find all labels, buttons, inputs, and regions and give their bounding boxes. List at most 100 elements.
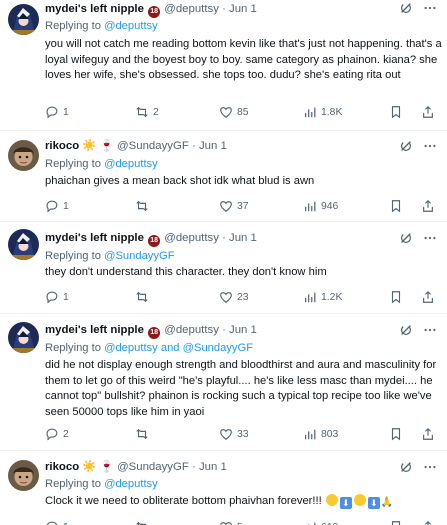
reply-button[interactable]: 1 — [45, 198, 69, 214]
post-4[interactable]: mydei's left nipple 18 @deputtsy · Jun 1… — [0, 314, 447, 451]
share-icon — [423, 199, 433, 212]
views-icon — [308, 522, 316, 525]
repost-button[interactable] — [135, 198, 153, 214]
replying-to: Replying to @SundayyGF — [45, 248, 175, 264]
post-header: mydei's left nipple 18 @deputtsy · Jun 1 — [45, 0, 447, 18]
user-handle[interactable]: @deputtsy — [164, 232, 219, 244]
user-handle[interactable]: @deputtsy — [164, 324, 219, 336]
share-button[interactable] — [421, 426, 435, 442]
like-button[interactable]: 33 — [219, 426, 249, 442]
grok-icon[interactable] — [399, 460, 413, 474]
share-icon — [423, 427, 433, 440]
display-name[interactable]: mydei's left nipple — [45, 324, 144, 336]
reply-icon — [46, 291, 58, 304]
repost-icon — [136, 291, 148, 303]
display-name[interactable]: rikoco — [45, 140, 79, 152]
grok-icon[interactable] — [399, 139, 413, 153]
grok-icon[interactable] — [399, 1, 413, 15]
replying-to-handle[interactable]: @deputtsy — [104, 20, 158, 32]
reply-count: 1 — [63, 291, 69, 303]
replying-prefix: Replying to — [45, 478, 101, 490]
views-button[interactable]: 946 — [303, 198, 338, 214]
bookmark-button[interactable] — [389, 104, 403, 120]
reply-count: 1 — [63, 200, 69, 212]
like-button[interactable]: 23 — [219, 289, 249, 305]
action-bar: 1 37 946 — [45, 198, 439, 214]
post-5[interactable]: rikoco ☀️ 🍷 @SundayyGF · Jun 1 Replying … — [0, 451, 447, 525]
avatar-mydei[interactable] — [8, 4, 39, 35]
repost-icon — [136, 521, 147, 525]
age-badge: 18 — [148, 327, 161, 339]
avatar-mydei[interactable] — [8, 229, 39, 260]
repost-button[interactable] — [135, 519, 153, 525]
reply-button[interactable]: 1 — [45, 104, 69, 120]
separator-dot: · — [222, 324, 226, 336]
post-date[interactable]: Jun 1 — [229, 232, 257, 244]
grok-icon[interactable] — [399, 323, 413, 337]
bookmark-button[interactable] — [389, 198, 403, 214]
more-icon[interactable] — [423, 231, 437, 245]
replying-to-handle[interactable]: @deputtsy — [104, 158, 158, 170]
bookmark-button[interactable] — [389, 519, 403, 525]
reply-count: 2 — [63, 428, 69, 440]
more-icon[interactable] — [423, 323, 437, 337]
replying-prefix: Replying to — [45, 250, 101, 262]
share-button[interactable] — [421, 104, 435, 120]
views-count: 619 — [321, 522, 338, 525]
replying-to-handle[interactable]: @deputtsy — [104, 478, 158, 490]
like-button[interactable]: 5 — [219, 519, 243, 525]
avatar-mydei[interactable] — [8, 322, 39, 353]
avatar-rikoco[interactable] — [8, 460, 39, 491]
post-date[interactable]: Jun 1 — [199, 140, 227, 152]
more-icon[interactable] — [423, 460, 437, 474]
views-button[interactable]: 1.8K — [303, 104, 342, 120]
bookmark-button[interactable] — [389, 426, 403, 442]
sun-emoji: ☀️ — [82, 140, 97, 152]
share-button[interactable] — [421, 519, 435, 525]
reply-button[interactable]: 1 — [45, 289, 69, 305]
action-bar: 1 23 1.2K — [45, 289, 439, 305]
share-button[interactable] — [421, 289, 435, 305]
views-button[interactable]: 619 — [303, 519, 338, 525]
post-1[interactable]: mydei's left nipple 18 @deputtsy · Jun 1… — [0, 0, 447, 131]
more-icon[interactable] — [423, 1, 437, 15]
post-date[interactable]: Jun 1 — [229, 324, 257, 336]
display-name[interactable]: rikoco — [45, 461, 79, 473]
post-3[interactable]: mydei's left nipple 18 @deputtsy · Jun 1… — [0, 222, 447, 314]
views-icon — [305, 201, 316, 212]
user-handle[interactable]: @SundayyGF — [117, 461, 189, 473]
reply-button[interactable]: 1 — [45, 519, 69, 525]
display-name[interactable]: mydei's left nipple — [45, 3, 144, 15]
like-count: 85 — [237, 106, 249, 118]
avatar-rikoco[interactable] — [8, 140, 39, 171]
repost-button[interactable] — [135, 426, 153, 442]
repost-button[interactable] — [135, 289, 153, 305]
share-button[interactable] — [421, 198, 435, 214]
wine-glass-emoji: 🍷 — [99, 140, 114, 152]
views-button[interactable]: 803 — [303, 426, 338, 442]
replying-to-handle[interactable]: @SundayyGF — [104, 250, 174, 262]
replying-to-handle[interactable]: @deputtsy and @SundayyGF — [104, 342, 253, 354]
wine-glass-emoji: 🍷 — [99, 461, 114, 473]
views-button[interactable]: 1.2K — [303, 289, 342, 305]
more-icon[interactable] — [423, 139, 437, 153]
user-handle[interactable]: @SundayyGF — [117, 140, 189, 152]
replying-prefix: Replying to — [45, 158, 101, 170]
age-badge: 18 — [148, 6, 161, 18]
like-count: 5 — [237, 522, 243, 525]
post-2[interactable]: rikoco ☀️ 🍷 @SundayyGF · Jun 1 Replying … — [0, 131, 447, 222]
display-name[interactable]: mydei's left nipple — [45, 232, 144, 244]
like-button[interactable]: 85 — [219, 104, 249, 120]
share-icon — [424, 520, 432, 525]
grok-icon[interactable] — [399, 231, 413, 245]
reply-button[interactable]: 2 — [45, 426, 69, 442]
repost-button[interactable]: 2 — [135, 104, 159, 120]
post-date[interactable]: Jun 1 — [199, 461, 227, 473]
post-text: they don't understand this character. th… — [45, 266, 327, 278]
like-icon — [220, 107, 232, 118]
bookmark-button[interactable] — [389, 289, 403, 305]
like-button[interactable]: 37 — [219, 198, 249, 214]
bookmark-icon — [391, 106, 401, 119]
post-date[interactable]: Jun 1 — [229, 3, 257, 15]
user-handle[interactable]: @deputtsy — [164, 3, 219, 15]
